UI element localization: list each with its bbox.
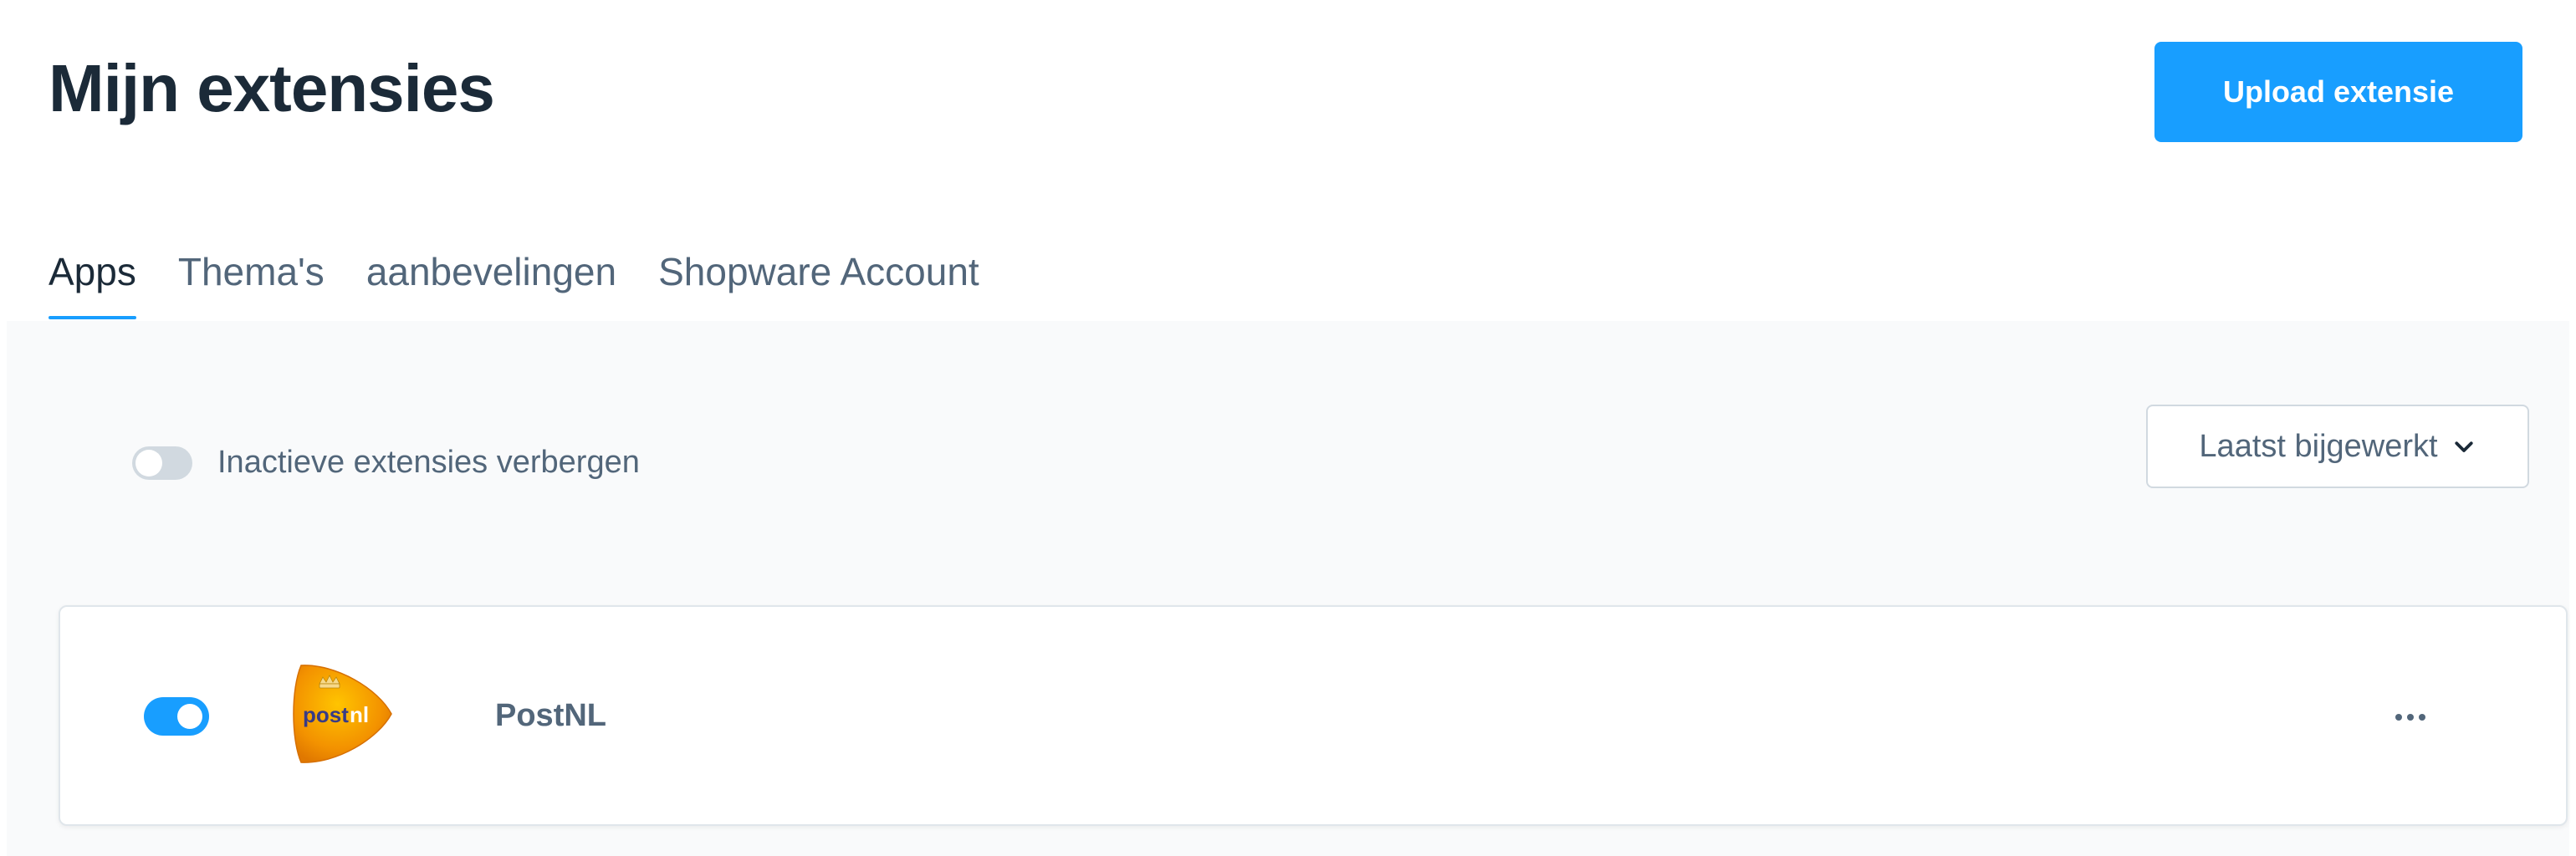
tab-recommendations[interactable]: aanbevelingen [366, 242, 616, 323]
tab-shopware-account[interactable]: Shopware Account [658, 242, 979, 323]
tab-themes[interactable]: Thema's [178, 242, 325, 323]
tab-apps[interactable]: Apps [49, 242, 136, 323]
tab-bar: Apps Thema's aanbevelingen Shopware Acco… [49, 242, 979, 323]
extension-name: PostNL [495, 698, 606, 733]
switch-knob [135, 449, 162, 476]
upload-extension-button[interactable]: Upload extensie [2154, 42, 2522, 142]
sort-selected-value: Laatst bijgewerkt [2199, 428, 2438, 464]
hide-inactive-switch[interactable] [132, 446, 192, 480]
chevron-down-icon [2454, 441, 2473, 452]
logo-text-post: post [303, 702, 349, 727]
switch-knob [177, 704, 202, 729]
logo-text-nl: nl [350, 702, 369, 727]
dot [2407, 714, 2414, 721]
hide-inactive-toggle[interactable]: Inactieve extensies verbergen [132, 445, 640, 481]
more-options-icon[interactable] [2385, 694, 2435, 741]
dot [2419, 714, 2425, 721]
extensions-content: Inactieve extensies verbergen Laatst bij… [7, 321, 2569, 856]
extension-active-switch[interactable] [144, 697, 209, 736]
page-title: Mijn extensies [49, 51, 495, 125]
extension-card: post nl PostNL [59, 605, 2568, 826]
dot [2395, 714, 2402, 721]
sort-select[interactable]: Laatst bijgewerkt [2146, 405, 2529, 488]
hide-inactive-label: Inactieve extensies verbergen [217, 445, 640, 480]
postnl-logo: post nl [293, 665, 392, 763]
